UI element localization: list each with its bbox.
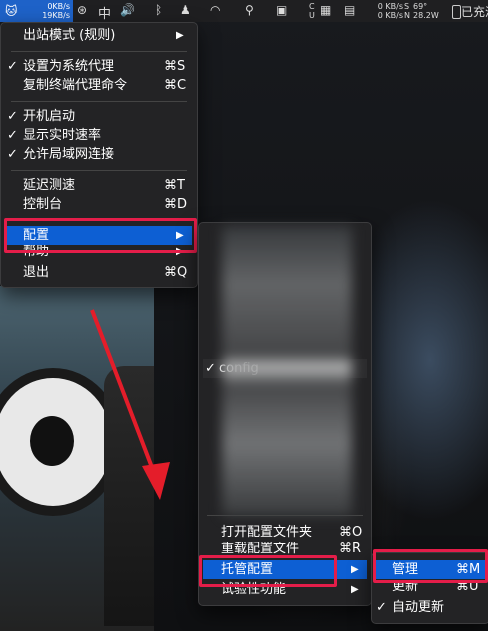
annotation-arrow-icon xyxy=(90,309,170,500)
